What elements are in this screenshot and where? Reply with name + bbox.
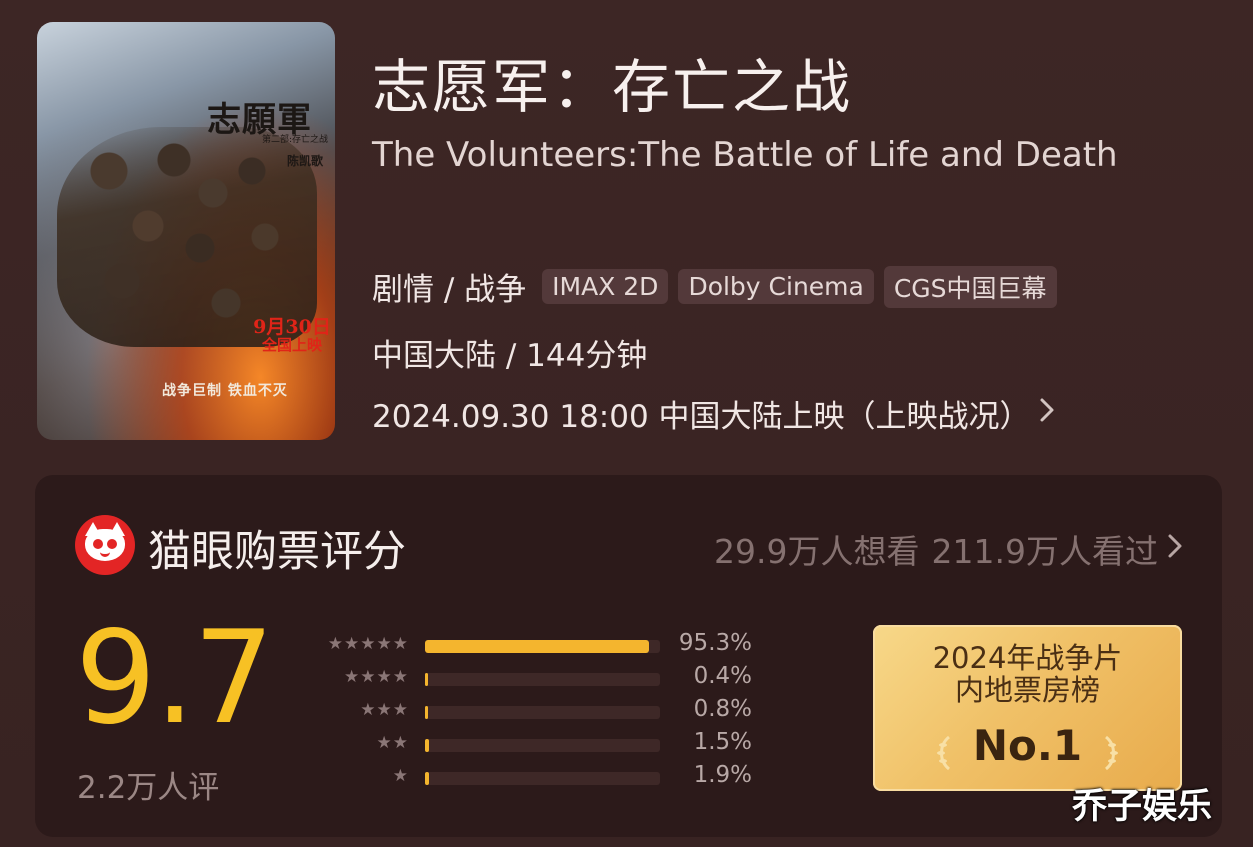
chevron-right-icon	[1039, 396, 1055, 431]
star-icon: ★★★★★	[327, 634, 409, 654]
distribution-percent: 0.4%	[693, 663, 752, 689]
movie-detail-page: 志願軍 第二部:存亡之战 陈凯歌 9月30日 全国上映 战争巨制 铁血不灭 志愿…	[0, 0, 1253, 847]
distribution-row-3: ★★★ 0.8%	[297, 696, 757, 729]
distribution-bar	[425, 706, 660, 719]
distribution-bar	[425, 673, 660, 686]
maoyan-cat-logo-icon	[75, 515, 135, 575]
poster-subtitle: 第二部:存亡之战	[262, 135, 329, 145]
poster-date: 9月30日 全国上映	[242, 316, 335, 354]
laurel-icon	[935, 735, 955, 779]
want-to-see-count: 29.9万人想看	[714, 532, 920, 571]
rating-title: 猫眼购票评分	[148, 527, 406, 577]
poster-date-line1: 9月30日	[253, 316, 331, 338]
distribution-percent: 0.8%	[693, 696, 752, 722]
release-info-link[interactable]: 2024.09.30 18:00 中国大陆上映（上映战况）	[372, 391, 1055, 436]
distribution-row-5: ★★★★★ 95.3%	[297, 630, 757, 663]
distribution-percent: 1.9%	[693, 762, 752, 788]
poster-artwork	[57, 127, 317, 347]
region-duration: 中国大陆 / 144分钟	[372, 338, 648, 374]
distribution-bar-fill	[425, 772, 430, 785]
genre-row: 剧情 / 战争 IMAX 2D Dolby Cinema CGS中国巨幕	[372, 264, 1067, 309]
genre-text: 剧情 / 战争	[372, 272, 527, 308]
distribution-bar	[425, 640, 660, 653]
rating-card: 猫眼购票评分 29.9万人想看 211.9万人看过 9.7 2.2万人评 ★★★…	[35, 475, 1222, 837]
rating-score: 9.7	[75, 604, 275, 753]
star-icon: ★★★	[360, 700, 409, 720]
star-icon: ★★★★	[344, 667, 409, 687]
rank-badge-line1: 2024年战争片	[932, 641, 1123, 675]
distribution-percent: 95.3%	[678, 630, 752, 656]
voter-count: 2.2万人评	[77, 770, 220, 806]
poster-date-line2: 全国上映	[261, 335, 322, 354]
box-office-rank-badge[interactable]: 2024年战争片 内地票房榜 No.1	[873, 625, 1182, 791]
laurel-icon	[1100, 735, 1120, 779]
poster-director: 陈凯歌	[287, 154, 324, 168]
distribution-bar	[425, 739, 660, 752]
movie-title: 志愿军：存亡之战	[372, 53, 853, 121]
format-tag-imax: IMAX 2D	[542, 269, 669, 304]
watermark-text: 乔子娱乐	[1072, 787, 1213, 827]
distribution-bar-fill	[425, 673, 428, 686]
star-icon: ★★	[376, 733, 409, 753]
rank-badge-rank: No.1	[972, 720, 1083, 770]
rating-distribution: ★★★★★ 95.3% ★★★★ 0.4% ★★★ 0.8% ★★ 1.5% ★	[297, 630, 757, 795]
distribution-row-2: ★★ 1.5%	[297, 729, 757, 762]
distribution-bar	[425, 772, 660, 785]
distribution-bar-fill	[425, 706, 428, 719]
release-text: 2024.09.30 18:00 中国大陆上映（上映战况）	[372, 399, 1031, 435]
chevron-right-icon	[1166, 529, 1184, 569]
format-tag-cgs: CGS中国巨幕	[883, 265, 1057, 308]
distribution-row-4: ★★★★ 0.4%	[297, 663, 757, 696]
movie-poster[interactable]: 志願軍 第二部:存亡之战 陈凯歌 9月30日 全国上映 战争巨制 铁血不灭	[37, 22, 335, 440]
poster-slogan: 战争巨制 铁血不灭	[162, 383, 288, 399]
watched-count: 211.9万人看过	[931, 532, 1158, 571]
movie-title-english: The Volunteers:The Battle of Life and De…	[372, 135, 1118, 175]
distribution-bar-fill	[425, 739, 429, 752]
rank-badge-line2: 内地票房榜	[954, 672, 1100, 707]
distribution-row-1: ★ 1.9%	[297, 762, 757, 795]
audience-counts-link[interactable]: 29.9万人想看 211.9万人看过	[714, 525, 1184, 573]
distribution-bar-fill	[425, 640, 649, 653]
star-icon: ★	[392, 766, 409, 786]
distribution-percent: 1.5%	[693, 729, 752, 755]
format-tag-dolby: Dolby Cinema	[678, 269, 874, 304]
